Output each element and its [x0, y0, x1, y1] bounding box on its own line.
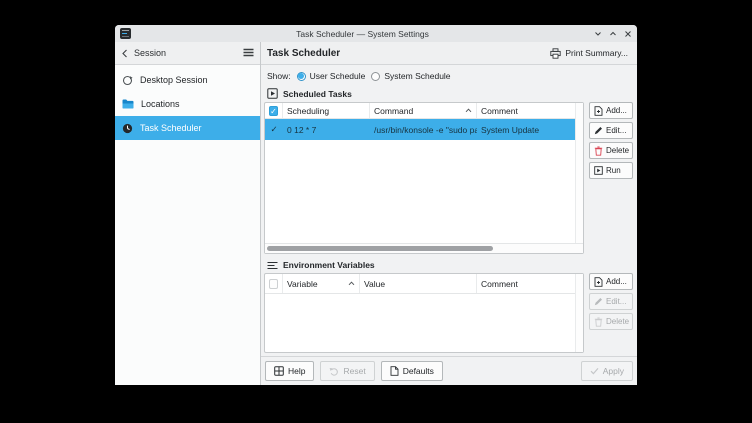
show-label: Show: — [267, 71, 291, 81]
sort-ascending-icon — [348, 281, 355, 286]
show-row: Show: User Schedule System Schedule — [267, 71, 633, 81]
scheduled-tasks-title: Scheduled Tasks — [283, 89, 352, 99]
help-button[interactable]: Help — [265, 361, 314, 381]
table-header: Variable Value Comment — [265, 274, 583, 294]
environment-variables-table: Variable Value Comment — [264, 273, 584, 353]
back-button[interactable] — [121, 49, 129, 58]
sidebar-header: Session — [115, 42, 260, 65]
task-command-cell: /usr/bin/konsole -e "sudo pa... — [370, 125, 477, 135]
add-document-icon — [594, 277, 603, 287]
task-comment-cell: System Update — [477, 125, 583, 135]
horizontal-scrollbar[interactable] — [265, 243, 583, 253]
sidebar-item-locations[interactable]: Locations — [115, 92, 260, 116]
radio-selected-icon — [297, 72, 306, 81]
scheduled-tasks-area: ✓ Scheduling Command Comment ✓ 0 12 * 7 … — [264, 102, 633, 254]
apply-button[interactable]: Apply — [581, 361, 633, 381]
close-icon[interactable] — [624, 30, 632, 38]
edit-pencil-icon — [594, 126, 603, 135]
clock-icon — [122, 123, 133, 134]
minimize-icon[interactable] — [594, 30, 602, 38]
sidebar-item-task-scheduler[interactable]: Task Scheduler — [115, 116, 260, 140]
radio-system-schedule[interactable]: System Schedule — [371, 71, 450, 81]
trash-icon — [594, 317, 603, 327]
task-delete-button[interactable]: Delete — [589, 142, 633, 159]
sidebar-list: Desktop Session Locations Task Scheduler — [115, 65, 260, 140]
select-all-checkbox[interactable] — [265, 274, 283, 293]
sort-ascending-icon — [465, 108, 472, 113]
variable-add-button[interactable]: Add... — [589, 273, 633, 290]
radio-label: System Schedule — [384, 71, 450, 81]
content: Show: User Schedule System Schedule Sche… — [261, 65, 637, 356]
scheduled-tasks-table: ✓ Scheduling Command Comment ✓ 0 12 * 7 … — [264, 102, 584, 254]
undo-arrow-icon — [329, 367, 339, 376]
main-pane: Task Scheduler Print Summary... Show: Us… — [261, 42, 637, 385]
radio-label: User Schedule — [310, 71, 366, 81]
app-icon — [120, 28, 131, 39]
print-summary-label: Print Summary... — [565, 48, 628, 58]
task-run-button[interactable]: Run — [589, 162, 633, 179]
sidebar-item-desktop-session[interactable]: Desktop Session — [115, 68, 260, 92]
environment-variables-area: Variable Value Comment Add... — [264, 273, 633, 353]
vertical-scrollbar-gutter[interactable] — [575, 103, 583, 243]
column-header-comment[interactable]: Comment — [477, 103, 583, 118]
column-header-comment[interactable]: Comment — [477, 274, 583, 293]
task-enabled-check: ✓ — [265, 124, 283, 135]
task-edit-button[interactable]: Edit... — [589, 122, 633, 139]
variables-list-icon — [267, 261, 278, 270]
folder-icon — [122, 99, 134, 109]
titlebar: Task Scheduler — System Settings — [115, 25, 637, 42]
run-icon — [594, 166, 603, 175]
defaults-document-icon — [390, 366, 399, 376]
hamburger-menu-icon[interactable] — [243, 44, 254, 62]
scheduled-tasks-icon — [267, 88, 278, 99]
variable-edit-button[interactable]: Edit... — [589, 293, 633, 310]
edit-pencil-icon — [594, 297, 603, 306]
column-header-command[interactable]: Command — [370, 103, 477, 118]
scrollbar-thumb[interactable] — [267, 246, 493, 251]
variable-delete-button[interactable]: Delete — [589, 313, 633, 330]
task-scheduling-cell: 0 12 * 7 — [283, 125, 370, 135]
task-row-system-update[interactable]: ✓ 0 12 * 7 /usr/bin/konsole -e "sudo pa.… — [265, 119, 583, 140]
footer-bar: Help Reset Defaults Apply — [261, 356, 637, 385]
sidebar-item-label: Desktop Session — [140, 75, 208, 85]
session-restore-icon — [122, 75, 133, 86]
environment-variables-title: Environment Variables — [283, 260, 375, 270]
sidebar-item-label: Locations — [141, 99, 180, 109]
main-header: Task Scheduler Print Summary... — [261, 42, 637, 65]
window-title: Task Scheduler — System Settings — [131, 29, 594, 39]
help-icon — [274, 366, 284, 376]
task-buttons: Add... Edit... Delete Run — [584, 102, 633, 179]
print-summary-button[interactable]: Print Summary... — [547, 46, 631, 61]
radio-user-schedule[interactable]: User Schedule — [297, 71, 366, 81]
scheduled-tasks-section-header: Scheduled Tasks — [267, 88, 633, 99]
environment-variables-section-header: Environment Variables — [267, 260, 633, 270]
printer-icon — [550, 48, 561, 59]
empty-checkbox-icon — [269, 279, 278, 289]
checked-checkbox-icon: ✓ — [269, 106, 278, 116]
sidebar-back-label: Session — [134, 48, 238, 58]
sidebar-item-label: Task Scheduler — [140, 123, 202, 133]
add-document-icon — [594, 106, 603, 116]
sidebar: Session Desktop Session Locations Task S… — [115, 42, 261, 385]
page-title: Task Scheduler — [267, 48, 547, 59]
maximize-icon[interactable] — [609, 30, 617, 38]
reset-button[interactable]: Reset — [320, 361, 374, 381]
trash-icon — [594, 146, 603, 156]
table-empty-space — [265, 294, 583, 352]
column-header-scheduling[interactable]: Scheduling — [283, 103, 370, 118]
select-all-checkbox[interactable]: ✓ — [265, 103, 283, 118]
table-empty-space — [265, 140, 583, 243]
vertical-scrollbar-gutter[interactable] — [575, 274, 583, 352]
table-header: ✓ Scheduling Command Comment — [265, 103, 583, 119]
apply-check-icon — [590, 367, 599, 375]
system-settings-window: Task Scheduler — System Settings Session… — [115, 25, 637, 385]
column-header-variable[interactable]: Variable — [283, 274, 360, 293]
radio-unselected-icon — [371, 72, 380, 81]
task-add-button[interactable]: Add... — [589, 102, 633, 119]
defaults-button[interactable]: Defaults — [381, 361, 443, 381]
variable-buttons: Add... Edit... Delete — [584, 273, 633, 330]
column-header-value[interactable]: Value — [360, 274, 477, 293]
